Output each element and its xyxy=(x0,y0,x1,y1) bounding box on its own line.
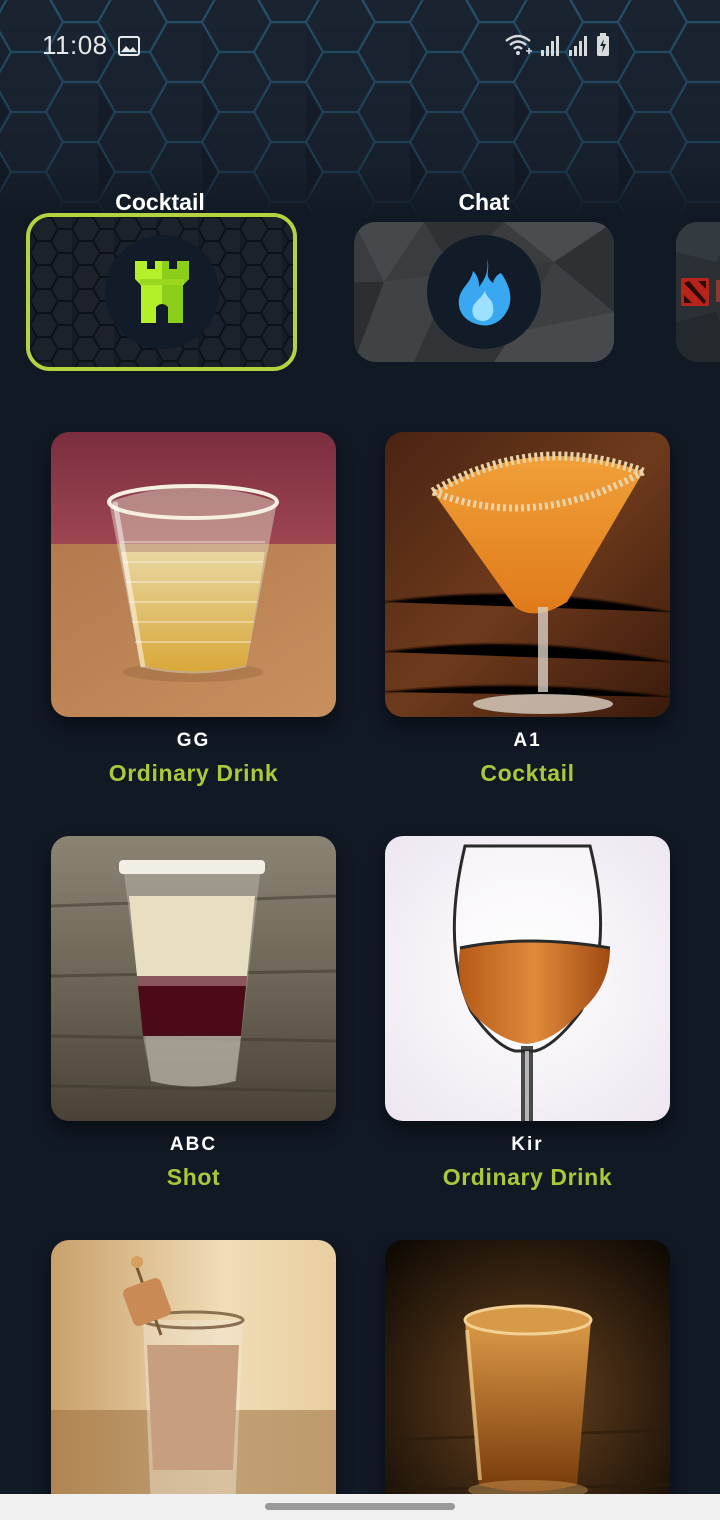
drink-photo[interactable] xyxy=(51,432,336,717)
dota-logo-icon xyxy=(681,278,709,306)
category-icon-circle xyxy=(427,235,541,349)
flame-icon xyxy=(458,259,511,326)
drink-category: Ordinary Drink xyxy=(108,760,279,786)
wifi-icon xyxy=(505,34,532,55)
drink-name: Kir xyxy=(511,1134,544,1155)
drink-photo[interactable] xyxy=(385,836,670,1121)
category-card[interactable] xyxy=(676,222,720,362)
status-bar: 11:08 xyxy=(0,0,720,92)
category-icon-circle xyxy=(105,235,219,349)
drink-name: A1 xyxy=(513,730,542,751)
image-icon xyxy=(118,36,140,56)
status-icons xyxy=(504,33,610,57)
app-screen: 11:08 Cocktail Chat GG Ordinary Drink A1… xyxy=(0,0,720,1520)
drink-photo[interactable] xyxy=(51,836,336,1121)
category-card-selected[interactable] xyxy=(26,213,297,371)
category-label: Cocktail xyxy=(115,189,205,215)
drink-photo[interactable] xyxy=(385,1240,670,1520)
battery-charging-icon xyxy=(597,33,609,56)
status-time: 11:08 xyxy=(42,30,108,60)
drink-category: Shot xyxy=(166,1164,221,1190)
home-gesture-handle[interactable] xyxy=(265,1503,455,1510)
category-card[interactable] xyxy=(354,222,614,362)
drink-category: Ordinary Drink xyxy=(442,1164,613,1190)
drink-photo[interactable] xyxy=(51,1240,336,1520)
system-navigation-bar xyxy=(0,1494,720,1520)
drink-name: ABC xyxy=(169,1134,218,1155)
drink-category: Cocktail xyxy=(480,760,575,786)
drink-photo[interactable] xyxy=(385,432,670,717)
drink-name: GG xyxy=(176,730,211,751)
signal-icon xyxy=(569,36,587,56)
category-label: Chat xyxy=(458,189,510,215)
castle-tower-icon xyxy=(135,261,189,323)
signal-icon xyxy=(541,36,559,56)
